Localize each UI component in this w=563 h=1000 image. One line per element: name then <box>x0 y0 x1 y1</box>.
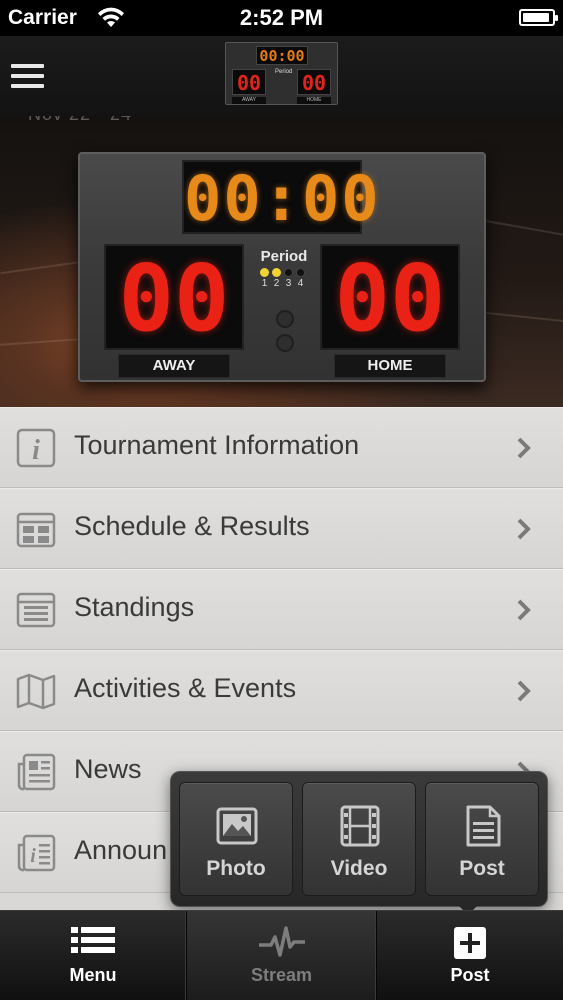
plus-icon <box>454 927 486 959</box>
tab-stream[interactable]: Stream <box>187 911 377 1000</box>
logo-home-score: 00 <box>297 69 331 95</box>
menu-item-activities-events[interactable]: Activities & Events <box>0 650 563 731</box>
period-number: 2 <box>273 278 280 289</box>
nav-bar: 00:00 00 Period 00 AWAY HOME <box>0 36 563 116</box>
chevron-right-icon <box>517 518 531 540</box>
period-indicator <box>260 268 308 278</box>
pulse-icon <box>258 926 305 957</box>
tab-bar: Menu Stream Post <box>0 910 563 1000</box>
menu-item-standings[interactable]: Standings <box>0 569 563 650</box>
battery-icon <box>519 9 558 26</box>
post-label: Post <box>459 857 505 880</box>
post-text-button[interactable]: Post <box>425 782 539 896</box>
video-button[interactable]: Video <box>302 782 416 896</box>
status-time: 2:52 PM <box>239 5 324 30</box>
newspaper-icon <box>17 753 56 791</box>
menu-item-label: Tournament Information <box>74 430 360 460</box>
menu-item-label: Schedule & Results <box>74 511 310 541</box>
hero-date: Nov 22 - 24 <box>28 116 132 125</box>
video-label: Video <box>330 857 388 880</box>
app-logo-scoreboard: 00:00 00 Period 00 AWAY HOME <box>225 42 338 105</box>
tab-post-label: Post <box>450 965 490 985</box>
period-dot-2 <box>272 268 281 277</box>
logo-away-label: AWAY <box>232 97 266 104</box>
tab-post[interactable]: Post <box>377 911 563 1000</box>
game-clock: 00:00 <box>182 160 381 235</box>
tab-menu-label: Menu <box>69 965 117 985</box>
period-label: Period <box>260 248 308 265</box>
menu-item-tournament-information[interactable]: i Tournament Information <box>0 407 563 488</box>
photo-button[interactable]: Photo <box>179 782 293 896</box>
map-icon <box>16 673 56 710</box>
chevron-right-icon <box>517 680 531 702</box>
chevron-right-icon <box>517 599 531 621</box>
logo-home-label: HOME <box>297 97 331 104</box>
announcement-icon: i <box>17 834 56 872</box>
menu-icon <box>71 927 115 953</box>
period-dot-1 <box>260 268 269 277</box>
period-number: 4 <box>297 278 304 289</box>
possession-icon <box>276 334 294 352</box>
film-icon <box>340 805 380 847</box>
menu-item-label: News <box>74 754 142 784</box>
chevron-right-icon <box>517 437 531 459</box>
menu-item-label: Standings <box>74 592 195 622</box>
buzzer-icon <box>276 310 294 328</box>
list-icon <box>16 592 56 628</box>
scoreboard: 00:00 00 00 Period 1 2 3 4 AWAY HOME <box>78 152 486 382</box>
photo-icon <box>216 807 258 845</box>
court-line <box>480 311 563 323</box>
tab-stream-label: Stream <box>250 965 313 985</box>
svg-text:i: i <box>30 845 36 867</box>
post-popover: Photo Video Post <box>170 771 548 907</box>
court-line <box>0 259 90 275</box>
home-label: HOME <box>334 354 446 378</box>
period-number: 1 <box>261 278 268 289</box>
court-line <box>0 338 80 346</box>
home-score: 00 <box>320 244 460 352</box>
logo-period: Period <box>275 69 293 75</box>
menu-item-label: Activities & Events <box>74 673 297 703</box>
logo-away-score: 00 <box>232 69 266 95</box>
document-icon <box>466 805 501 847</box>
calendar-icon <box>16 512 56 548</box>
hero-banner: Nov 22 - 24 00:00 00 00 Period 1 2 3 4 A… <box>0 116 563 407</box>
menu-item-schedule-results[interactable]: Schedule & Results <box>0 488 563 569</box>
logo-time: 00:00 <box>256 46 308 65</box>
info-icon: i <box>16 428 56 468</box>
svg-text:i: i <box>32 435 40 466</box>
period-number: 3 <box>285 278 292 289</box>
menu-item-label: Announ <box>74 835 168 865</box>
hamburger-menu-button[interactable] <box>11 64 45 88</box>
away-score: 00 <box>104 244 244 352</box>
status-bar: Carrier 2:52 PM <box>0 0 563 36</box>
tab-menu[interactable]: Menu <box>0 911 187 1000</box>
period-dot-3 <box>284 268 293 277</box>
away-label: AWAY <box>118 354 230 378</box>
period-dot-4 <box>296 268 305 277</box>
photo-label: Photo <box>206 857 266 880</box>
